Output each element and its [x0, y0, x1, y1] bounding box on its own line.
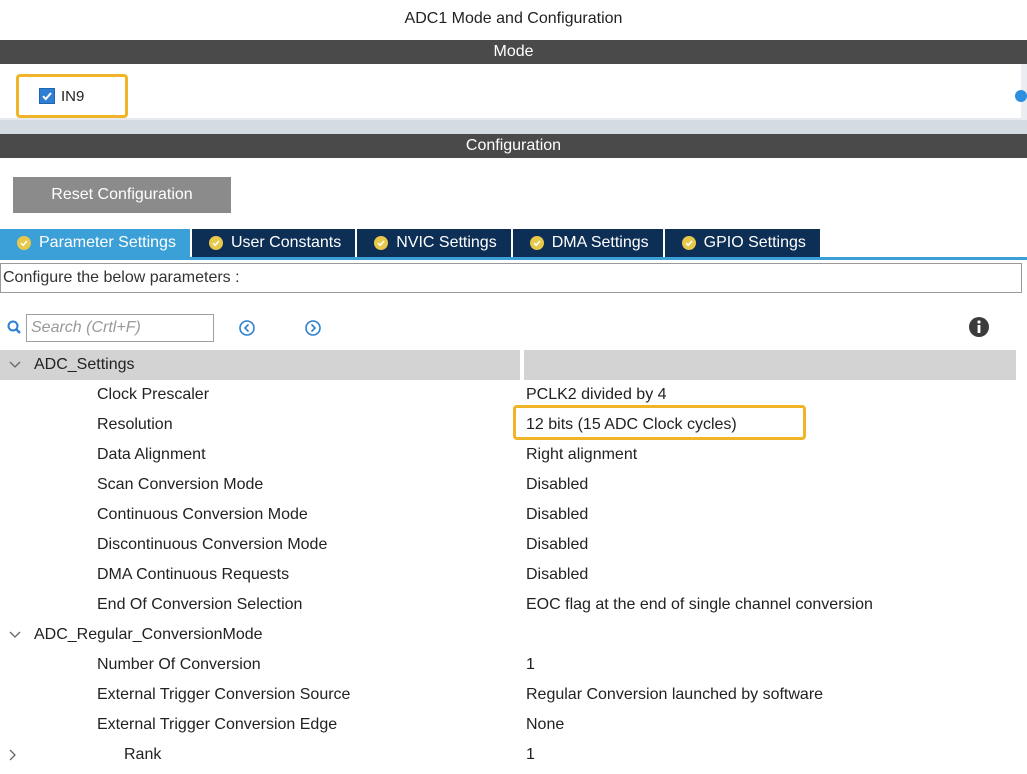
param-name: End Of Conversion Selection	[97, 596, 303, 613]
param-name: External Trigger Conversion Source	[97, 686, 351, 703]
search-input[interactable]	[26, 314, 214, 342]
param-value[interactable]: None	[526, 710, 564, 740]
tab-label: NVIC Settings	[396, 234, 497, 251]
circle-chevron-right-icon[interactable]	[304, 319, 322, 337]
param-row-number-of-conversion[interactable]: Number Of Conversion 1	[0, 650, 1027, 680]
tab-label: Parameter Settings	[39, 234, 176, 251]
param-name: Scan Conversion Mode	[97, 476, 264, 493]
param-value[interactable]: 12 bits (15 ADC Clock cycles)	[526, 410, 737, 440]
configuration-section-header: Configuration	[0, 134, 1027, 158]
tab-label: GPIO Settings	[703, 234, 806, 251]
param-name: Clock Prescaler	[97, 386, 210, 403]
tab-dma-settings[interactable]: DMA Settings	[512, 229, 665, 257]
param-row-discontinuous-conversion-mode[interactable]: Discontinuous Conversion Mode Disabled	[0, 530, 1027, 560]
param-value[interactable]: EOC flag at the end of single channel co…	[526, 590, 873, 620]
param-value[interactable]: PCLK2 divided by 4	[526, 380, 667, 410]
tab-underline	[0, 257, 1027, 260]
search-bar	[6, 313, 322, 343]
in9-checkbox-row[interactable]: IN9	[16, 74, 128, 118]
param-value[interactable]: 1	[526, 740, 535, 770]
tab-label: User Constants	[230, 234, 342, 251]
param-value[interactable]: Disabled	[526, 560, 588, 590]
parameter-tree: ADC_Settings Clock Prescaler PCLK2 divid…	[0, 350, 1027, 770]
tab-label: DMA Settings	[551, 234, 649, 251]
circle-chevron-left-icon[interactable]	[238, 319, 256, 337]
param-row-resolution[interactable]: Resolution 12 bits (15 ADC Clock cycles)	[0, 410, 1027, 440]
param-name: Number Of Conversion	[97, 656, 261, 673]
checkmark-icon	[42, 92, 52, 101]
parameters-description: Configure the below parameters :	[0, 263, 1022, 293]
param-value[interactable]: Disabled	[526, 470, 588, 500]
mode-divider	[0, 120, 1027, 134]
param-row-continuous-conversion-mode[interactable]: Continuous Conversion Mode Disabled	[0, 500, 1027, 530]
param-row-dma-continuous-requests[interactable]: DMA Continuous Requests Disabled	[0, 560, 1027, 590]
param-name: External Trigger Conversion Edge	[97, 716, 338, 733]
tab-user-constants[interactable]: User Constants	[191, 229, 358, 257]
in9-checkbox-label: IN9	[61, 87, 85, 105]
param-row-external-trigger-source[interactable]: External Trigger Conversion Source Regul…	[0, 680, 1027, 710]
check-circle-icon	[374, 236, 389, 250]
chevron-down-icon[interactable]	[8, 350, 22, 380]
check-circle-icon	[17, 236, 31, 250]
reset-configuration-button[interactable]: Reset Configuration	[13, 177, 231, 213]
chevron-down-icon[interactable]	[8, 620, 22, 650]
param-row-end-of-conversion-selection[interactable]: End Of Conversion Selection EOC flag at …	[0, 590, 1027, 620]
group-label: ADC_Regular_ConversionMode	[34, 626, 263, 643]
param-name: Discontinuous Conversion Mode	[97, 536, 328, 553]
mode-panel	[0, 64, 1027, 120]
tree-group-adc-regular-conversion-mode[interactable]: ADC_Regular_ConversionMode	[0, 620, 1027, 650]
param-name: Resolution	[97, 416, 173, 433]
param-row-clock-prescaler[interactable]: Clock Prescaler PCLK2 divided by 4	[0, 380, 1027, 410]
param-row-data-alignment[interactable]: Data Alignment Right alignment	[0, 440, 1027, 470]
scroll-handle[interactable]	[1015, 90, 1027, 102]
tree-group-adc-settings[interactable]: ADC_Settings	[0, 350, 1027, 380]
tab-gpio-settings[interactable]: GPIO Settings	[664, 229, 822, 257]
tab-nvic-settings[interactable]: NVIC Settings	[357, 229, 513, 257]
param-row-scan-conversion-mode[interactable]: Scan Conversion Mode Disabled	[0, 470, 1027, 500]
param-value[interactable]: Regular Conversion launched by software	[526, 680, 823, 710]
param-name: DMA Continuous Requests	[97, 566, 290, 583]
param-value[interactable]: Disabled	[526, 530, 588, 560]
in9-checkbox[interactable]	[39, 88, 55, 104]
param-name: Rank	[124, 746, 162, 763]
param-value[interactable]: Disabled	[526, 500, 588, 530]
chevron-right-icon[interactable]	[8, 740, 22, 770]
check-circle-icon	[529, 236, 544, 250]
window-title: ADC1 Mode and Configuration	[404, 10, 623, 27]
mode-section-header: Mode	[0, 40, 1027, 64]
param-value[interactable]: Right alignment	[526, 440, 637, 470]
param-value[interactable]: 1	[526, 650, 535, 680]
group-label: ADC_Settings	[34, 356, 135, 373]
info-icon[interactable]	[968, 316, 990, 338]
check-circle-icon	[208, 236, 223, 250]
param-name: Continuous Conversion Mode	[97, 506, 308, 523]
settings-tabs: Parameter Settings User Constants NVIC S…	[0, 229, 822, 257]
tab-parameter-settings[interactable]: Parameter Settings	[0, 229, 192, 257]
check-circle-icon	[681, 236, 696, 250]
param-row-rank[interactable]: Rank 1	[0, 740, 1027, 770]
param-name: Data Alignment	[97, 446, 206, 463]
param-row-external-trigger-edge[interactable]: External Trigger Conversion Edge None	[0, 710, 1027, 740]
search-icon[interactable]	[6, 319, 24, 337]
